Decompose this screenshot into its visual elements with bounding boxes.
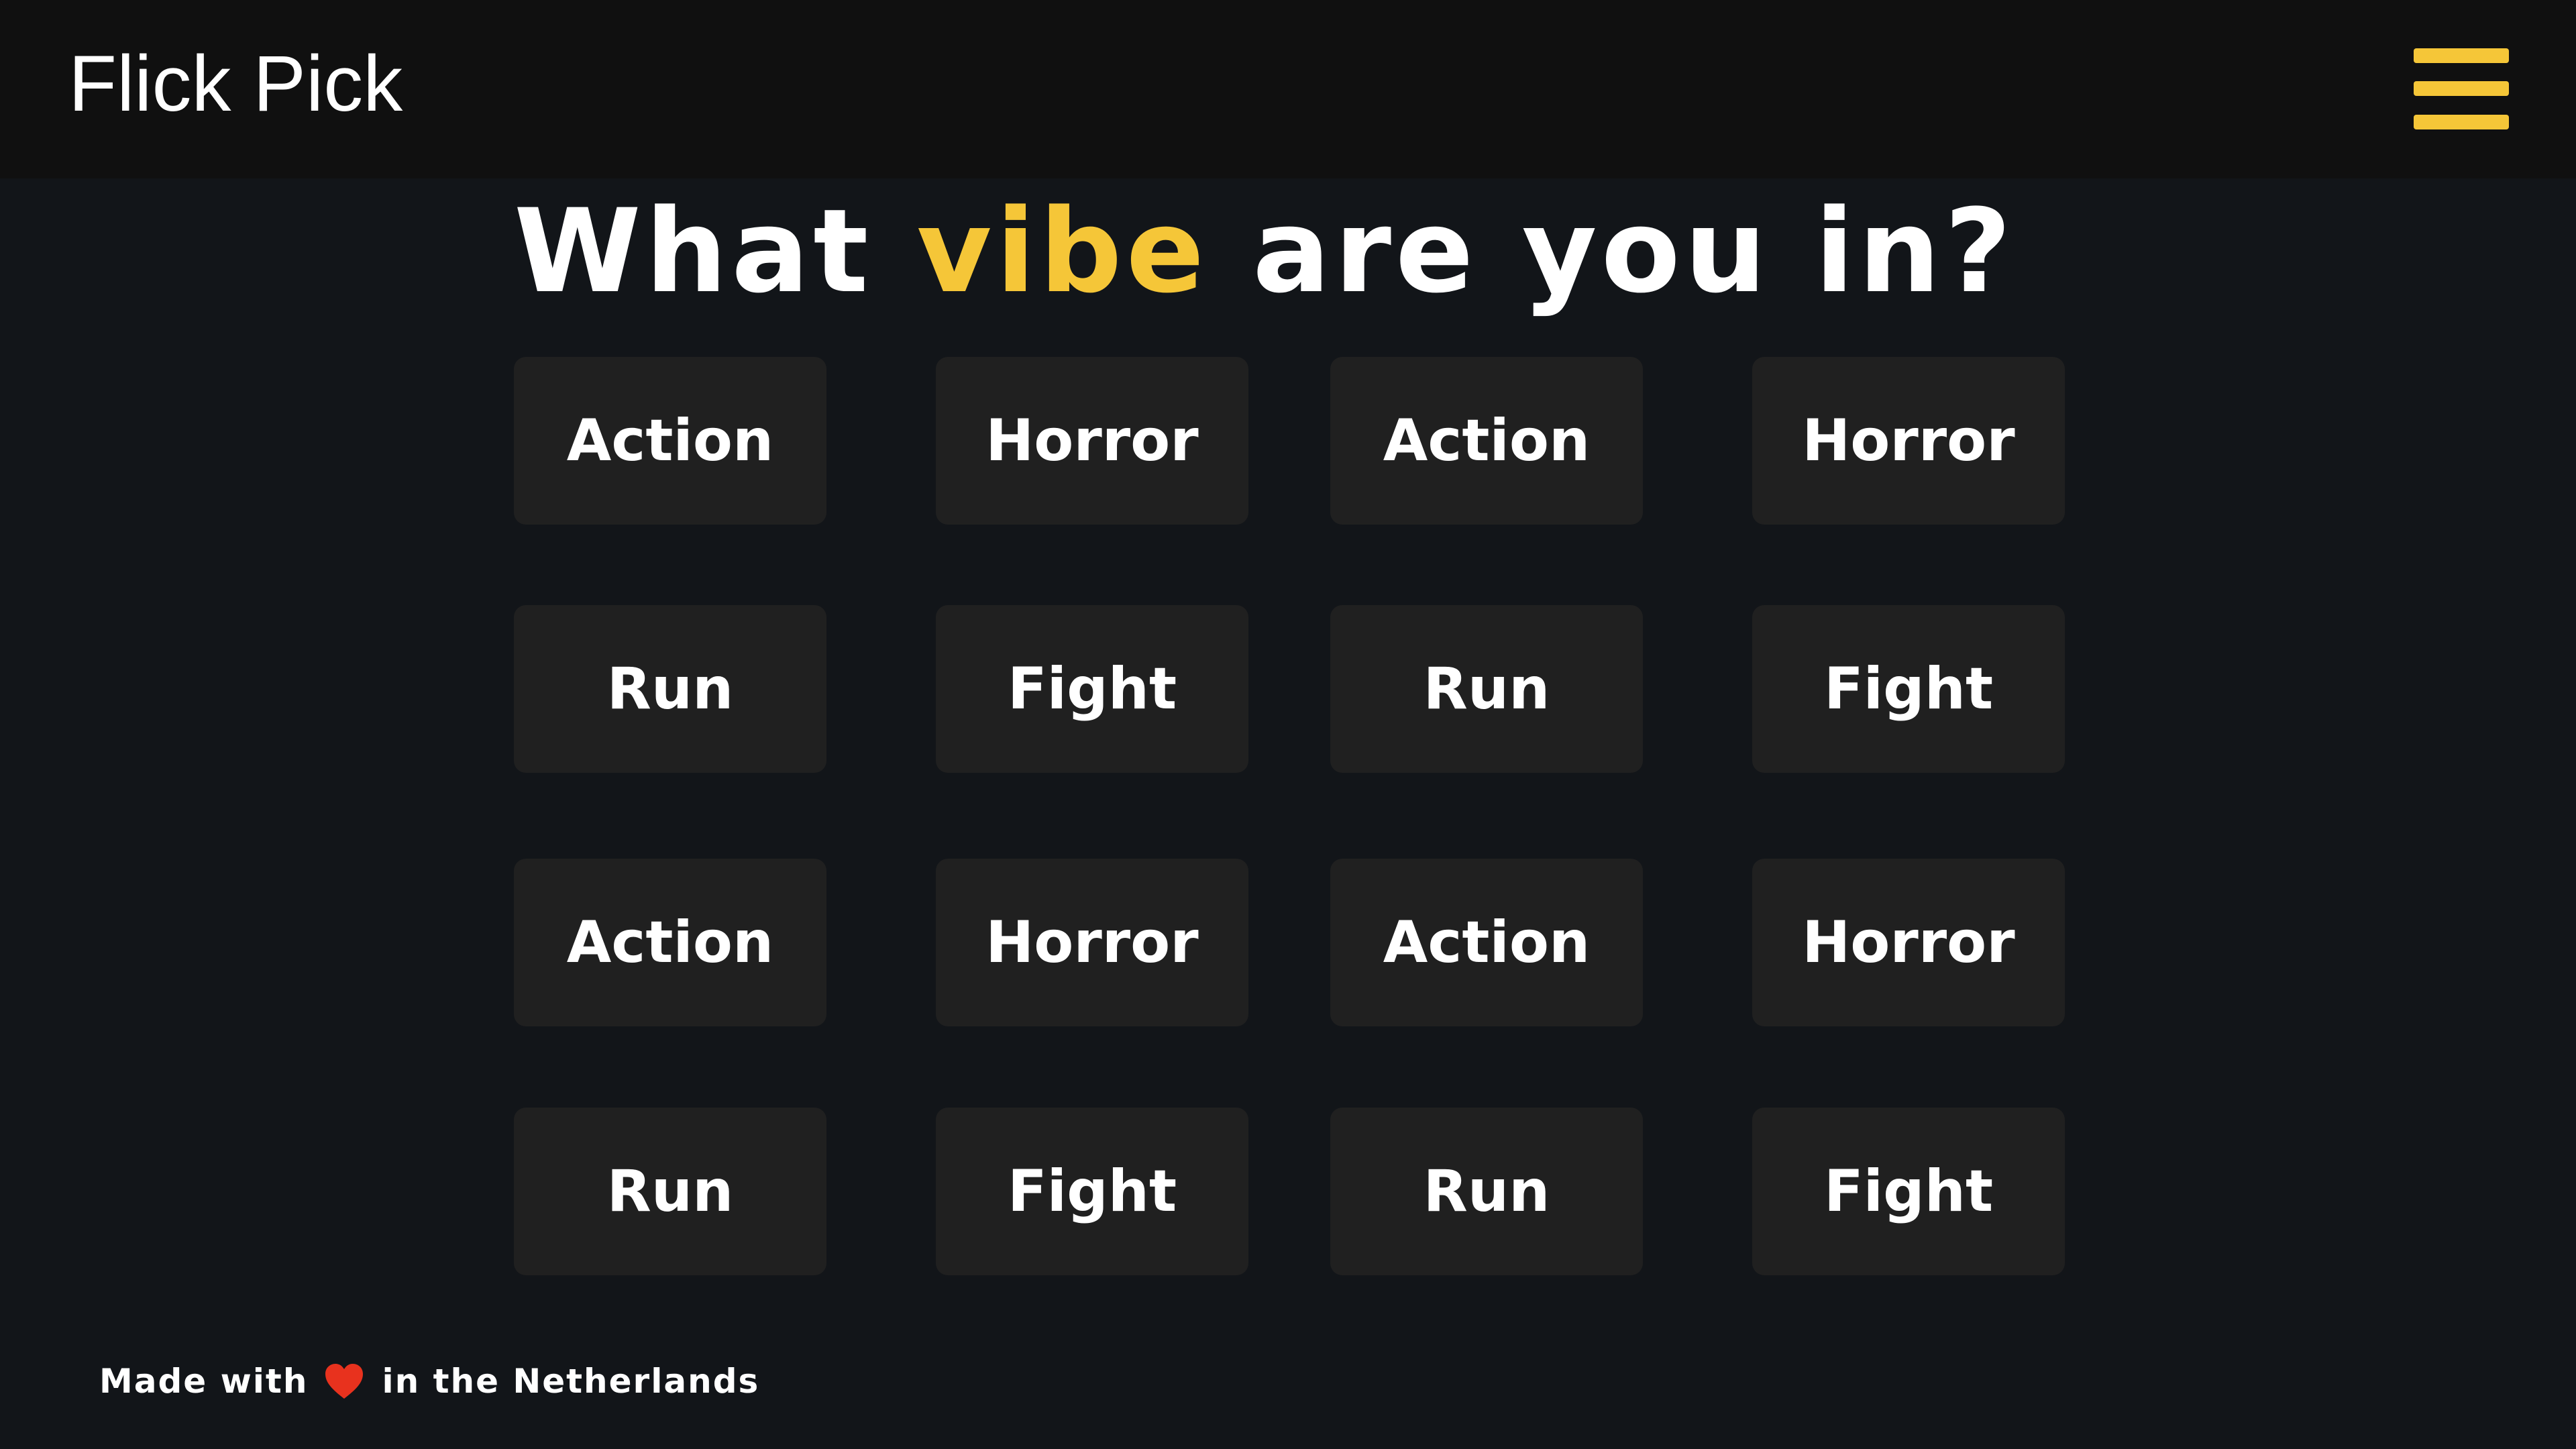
genre-button[interactable]: Run (514, 1108, 826, 1275)
genre-button[interactable]: Action (1330, 357, 1643, 525)
genre-button[interactable]: Horror (1752, 859, 2065, 1026)
genre-button[interactable]: Run (1330, 1108, 1643, 1275)
footer-text-after: in the Netherlands (382, 1362, 760, 1401)
genre-button[interactable]: Action (514, 357, 826, 525)
genre-button[interactable]: Fight (936, 605, 1248, 773)
genre-button[interactable]: Action (514, 859, 826, 1026)
genre-button[interactable]: Horror (936, 859, 1248, 1026)
genre-button[interactable]: Horror (1752, 357, 2065, 525)
genre-button[interactable]: Fight (1752, 605, 2065, 773)
genre-button[interactable]: Horror (936, 357, 1248, 525)
genre-grid: Action Horror Action Horror Run Fight Ru… (0, 0, 2576, 1449)
genre-button[interactable]: Run (514, 605, 826, 773)
heart-icon (325, 1364, 364, 1399)
genre-button[interactable]: Action (1330, 859, 1643, 1026)
footer-credit: Made with in the Netherlands (99, 1358, 759, 1405)
genre-button[interactable]: Fight (1752, 1108, 2065, 1275)
genre-button[interactable]: Run (1330, 605, 1643, 773)
genre-button[interactable]: Fight (936, 1108, 1248, 1275)
footer-text-before: Made with (99, 1362, 309, 1401)
